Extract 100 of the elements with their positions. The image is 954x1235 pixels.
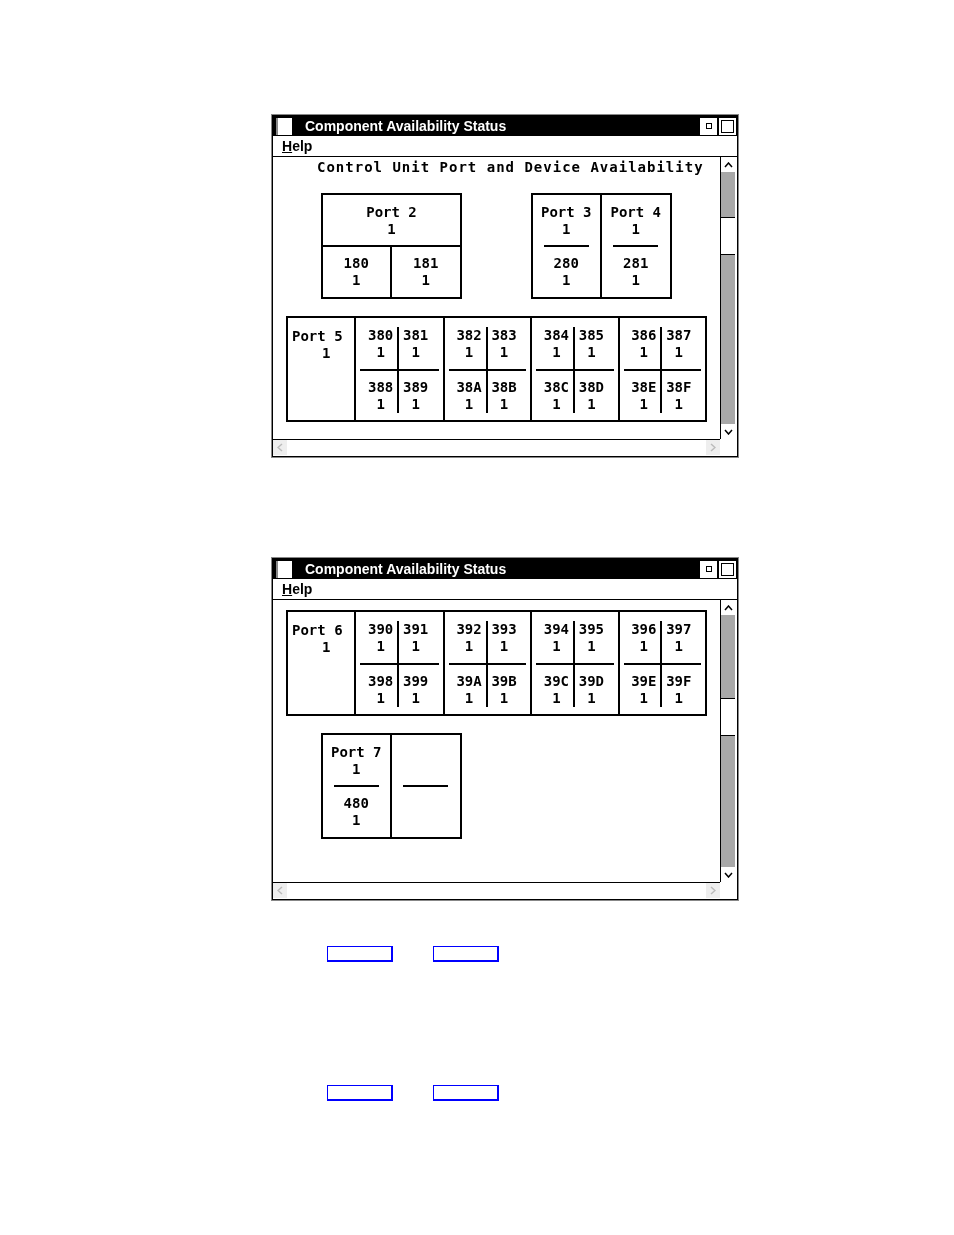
status-value: 1 (551, 396, 562, 413)
device-address: 38F (665, 379, 693, 396)
scroll-thumb[interactable] (721, 697, 735, 736)
scroll-thumb[interactable] (721, 217, 735, 255)
device-address: 393 (490, 621, 518, 638)
link-box[interactable] (433, 1085, 499, 1101)
status-value: 1 (386, 221, 397, 238)
maximize-button[interactable] (718, 116, 737, 136)
scroll-up-icon[interactable] (721, 157, 735, 172)
system-menu-icon[interactable] (276, 560, 292, 578)
status-value: 1 (410, 690, 421, 707)
status-value: 1 (673, 396, 684, 413)
status-value: 1 (631, 272, 640, 289)
menu-item[interactable]: Help (282, 581, 313, 597)
device-address: 395 (577, 621, 605, 638)
status-value: 1 (463, 396, 475, 413)
device-address: 39D (577, 673, 605, 690)
device-address: 39B (490, 673, 518, 690)
status-value: 1 (586, 396, 597, 413)
device-address: 391 (402, 621, 430, 638)
port-label: Port 4 (610, 204, 662, 221)
device-address: 386 (630, 327, 658, 344)
device-address: 388 (367, 379, 395, 396)
link-box[interactable] (327, 946, 393, 962)
device-address: 384 (542, 327, 570, 344)
scroll-up-icon[interactable] (721, 600, 735, 615)
device-address: 39C (542, 673, 570, 690)
status-value: 1 (586, 344, 597, 361)
status-value: 1 (638, 638, 649, 655)
device-address: 382 (455, 327, 483, 344)
status-value: 1 (322, 639, 332, 656)
device-address: 396 (630, 621, 658, 638)
window-title: Component Availability Status (305, 118, 508, 134)
device-address: 180 (342, 255, 370, 272)
status-value: 1 (352, 812, 361, 829)
vertical-scrollbar[interactable] (720, 157, 735, 439)
system-menu-icon[interactable] (276, 117, 292, 135)
device-address: 385 (577, 327, 605, 344)
status-value: 1 (638, 690, 649, 707)
status-value: 1 (463, 690, 475, 707)
menu-item[interactable]: Help (282, 138, 313, 154)
status-value: 1 (673, 690, 684, 707)
status-value: 1 (463, 638, 475, 655)
status-value: 1 (631, 221, 640, 238)
device-address: 39A (455, 673, 483, 690)
status-value: 1 (322, 345, 332, 362)
status-value: 1 (375, 638, 386, 655)
device-address: 399 (402, 673, 430, 690)
status-value: 1 (551, 344, 562, 361)
status-value: 1 (410, 638, 421, 655)
status-value: 1 (351, 272, 362, 289)
scroll-down-icon[interactable] (721, 867, 735, 882)
port-label: Port 2 (365, 204, 418, 221)
status-value: 1 (586, 690, 597, 707)
window-title: Component Availability Status (305, 561, 508, 577)
device-address: 480 (343, 795, 369, 812)
device-address: 392 (455, 621, 483, 638)
status-value: 1 (498, 396, 510, 413)
device-address: 181 (412, 255, 440, 272)
device-address: 280 (553, 255, 579, 272)
device-address: 38D (577, 379, 605, 396)
status-value: 1 (352, 761, 361, 778)
status-value: 1 (420, 272, 431, 289)
status-value: 1 (673, 344, 684, 361)
status-value: 1 (375, 344, 386, 361)
port-label: Port 5 (292, 328, 344, 345)
status-value: 1 (410, 344, 421, 361)
port-label: Port 6 (292, 622, 344, 639)
port-label: Port 3 (540, 204, 592, 221)
device-address: 39F (665, 673, 693, 690)
device-address: 389 (402, 379, 430, 396)
device-address: 394 (542, 621, 570, 638)
status-value: 1 (410, 396, 421, 413)
status-value: 1 (551, 690, 562, 707)
status-value: 1 (498, 690, 510, 707)
vertical-scrollbar[interactable] (720, 600, 735, 882)
link-box[interactable] (433, 946, 499, 962)
status-value: 1 (463, 344, 475, 361)
device-address: 390 (367, 621, 395, 638)
minimize-button[interactable] (699, 116, 718, 136)
device-address: 397 (665, 621, 693, 638)
device-address: 281 (623, 255, 649, 272)
link-box[interactable] (327, 1085, 393, 1101)
status-value: 1 (551, 638, 562, 655)
status-value: 1 (562, 272, 571, 289)
status-value: 1 (375, 396, 386, 413)
heading: Control Unit Port and Device Availability (316, 159, 705, 176)
status-value: 1 (673, 638, 684, 655)
scroll-down-icon[interactable] (721, 424, 735, 439)
device-address: 387 (665, 327, 693, 344)
status-value: 1 (498, 344, 510, 361)
device-address: 38C (542, 379, 570, 396)
status-value: 1 (498, 638, 510, 655)
status-value: 1 (638, 344, 649, 361)
maximize-button[interactable] (718, 559, 737, 579)
status-value: 1 (586, 638, 597, 655)
device-address: 398 (367, 673, 395, 690)
status-value: 1 (375, 690, 386, 707)
device-address: 38B (490, 379, 518, 396)
minimize-button[interactable] (699, 559, 718, 579)
